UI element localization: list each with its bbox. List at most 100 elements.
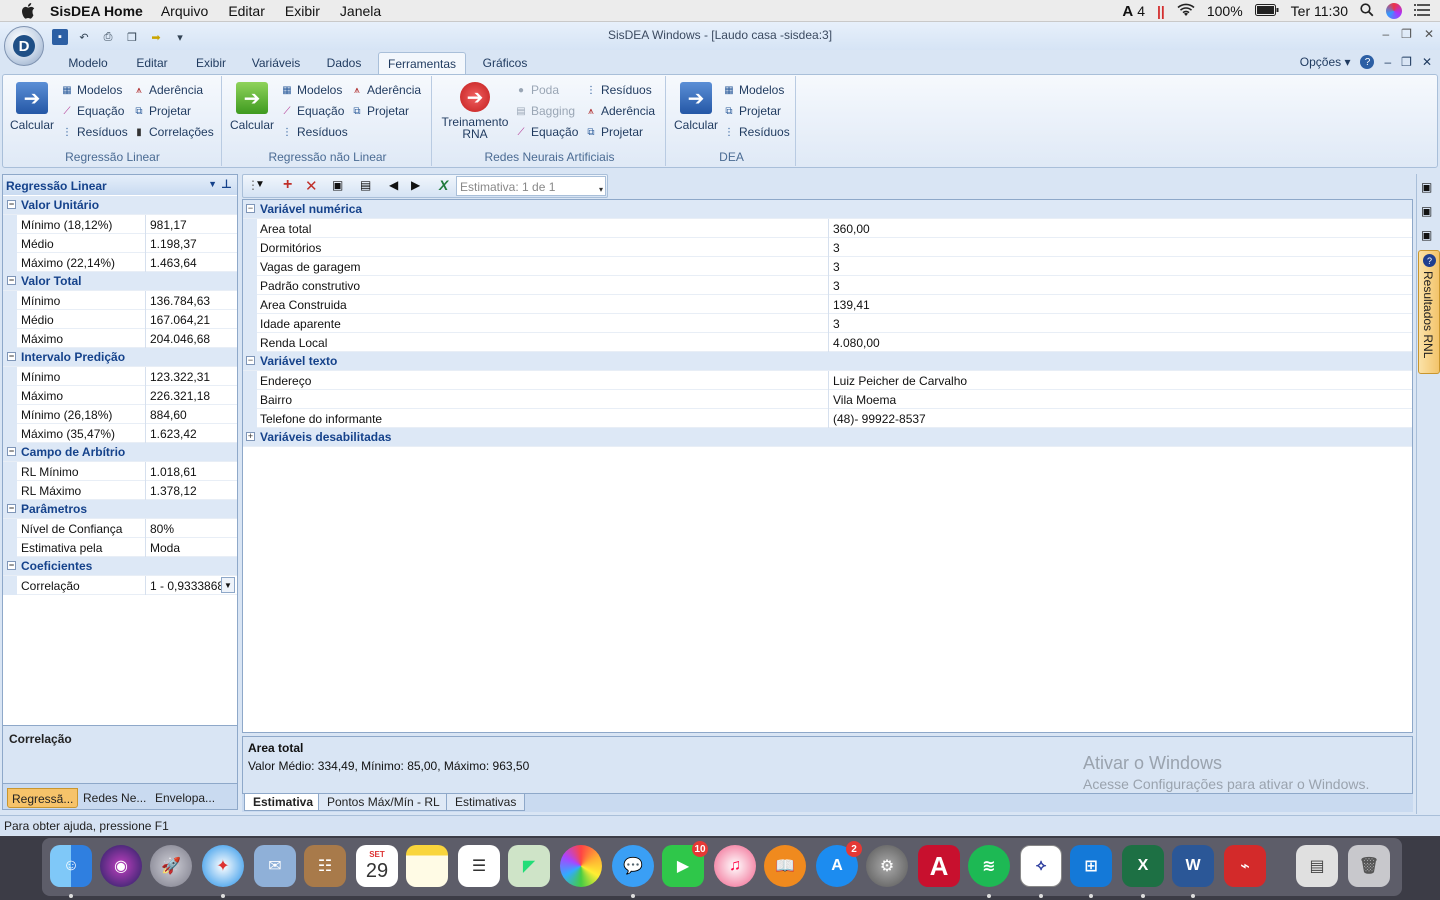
collapse-icon[interactable]: − bbox=[246, 204, 255, 213]
poda-button[interactable]: ● Poda bbox=[514, 81, 559, 99]
apple-icon[interactable] bbox=[18, 1, 38, 21]
variable-value[interactable]: Luiz Peicher de Carvalho bbox=[828, 371, 1412, 390]
tab-ferramentas[interactable]: Ferramentas bbox=[378, 52, 466, 74]
previous-icon[interactable]: ◀ bbox=[389, 178, 398, 192]
mac-app-name[interactable]: SisDEA Home bbox=[50, 3, 143, 19]
trash-icon[interactable]: 🗑 bbox=[1348, 845, 1390, 887]
residuos-rna-button[interactable]: ⋮ Resíduos bbox=[584, 81, 652, 99]
tab-regressao[interactable]: Regressã... bbox=[7, 788, 79, 808]
contacts-icon[interactable]: ☷ bbox=[304, 845, 346, 887]
safari-icon[interactable]: ✦ bbox=[202, 845, 244, 887]
adobe-status[interactable]: A 4 bbox=[1122, 3, 1145, 20]
spotlight-search-icon[interactable] bbox=[1360, 2, 1374, 20]
tab-redes-neurais[interactable]: Redes Ne... bbox=[79, 788, 150, 808]
tab-exibir[interactable]: Exibir bbox=[186, 52, 236, 74]
restore-icon[interactable]: ❐ bbox=[1401, 55, 1412, 69]
aderencia-rna-button[interactable]: ⩚ Aderência bbox=[584, 102, 655, 120]
battery-percent[interactable]: 100% bbox=[1207, 3, 1243, 19]
aderencia-rl-button[interactable]: ⩚ Aderência bbox=[132, 81, 203, 99]
spotify-icon[interactable]: ≋ bbox=[968, 845, 1010, 887]
property-row[interactable]: Máximo 204.046,68 bbox=[3, 329, 237, 348]
variable-value[interactable]: 3 bbox=[828, 238, 1412, 257]
tab-editar[interactable]: Editar bbox=[126, 52, 178, 74]
dropdown-icon[interactable]: ▼ bbox=[255, 179, 265, 190]
property-category[interactable]: − Coeficientes bbox=[3, 557, 237, 576]
help-icon[interactable]: ? bbox=[1360, 55, 1375, 69]
variable-row[interactable]: Dormitórios 3 bbox=[243, 238, 1412, 257]
dropdown-button[interactable]: ▼ bbox=[221, 577, 235, 593]
panel-icon[interactable]: ▣ bbox=[1421, 180, 1432, 194]
messages-icon[interactable]: 💬 bbox=[612, 845, 654, 887]
siri-icon[interactable]: ◉ bbox=[100, 845, 142, 887]
property-category[interactable]: − Valor Unitário bbox=[3, 196, 237, 215]
tab-modelo[interactable]: Modelo bbox=[60, 52, 116, 74]
property-row[interactable]: Estimativa pela Moda bbox=[3, 538, 237, 557]
projetar-dea-button[interactable]: ⧉ Projetar bbox=[722, 102, 781, 120]
tab-estimativa[interactable]: Estimativa bbox=[244, 794, 323, 811]
property-category[interactable]: − Intervalo Predição bbox=[3, 348, 237, 367]
finder-icon[interactable]: ☺ bbox=[50, 845, 92, 887]
variable-row[interactable]: Renda Local 4.080,00 bbox=[243, 333, 1412, 352]
collapse-icon[interactable]: − bbox=[7, 561, 16, 570]
clock[interactable]: Ter 11:30 bbox=[1291, 3, 1348, 19]
pin-icon[interactable]: ⊥ bbox=[221, 177, 232, 191]
reminders-icon[interactable]: ☰ bbox=[458, 845, 500, 887]
variable-value[interactable]: 4.080,00 bbox=[828, 333, 1412, 352]
photos-icon[interactable] bbox=[560, 845, 602, 887]
variable-value[interactable]: 3 bbox=[828, 314, 1412, 333]
residuos-rnl-button[interactable]: ⋮ Resíduos bbox=[280, 123, 348, 141]
calcular-dea-button[interactable]: ➔ Calcular bbox=[672, 82, 720, 132]
dropdown-icon[interactable]: ▼ bbox=[208, 179, 217, 189]
tab-estimativas[interactable]: Estimativas bbox=[446, 794, 526, 811]
variable-value[interactable]: (48)- 99922-8537 bbox=[828, 409, 1412, 428]
expand-icon[interactable]: + bbox=[246, 432, 255, 441]
variable-row[interactable]: Area Construida 139,41 bbox=[243, 295, 1412, 314]
panel-icon[interactable]: ▣ bbox=[1421, 228, 1432, 242]
variable-row[interactable]: Vagas de garagem 3 bbox=[243, 257, 1412, 276]
variable-row[interactable]: Telefone do informante (48)- 99922-8537 bbox=[243, 409, 1412, 428]
options-menu[interactable]: Opções ▾ bbox=[1300, 55, 1351, 69]
collapse-icon[interactable]: − bbox=[7, 200, 16, 209]
word-icon[interactable]: W bbox=[1172, 845, 1214, 887]
delete-icon[interactable]: ✕ bbox=[305, 177, 318, 195]
variable-row[interactable]: Padrão construtivo 3 bbox=[243, 276, 1412, 295]
restore-icon[interactable]: ❐ bbox=[1401, 27, 1412, 41]
acrobat-icon[interactable]: ⌁ bbox=[1224, 845, 1266, 887]
app-store-icon[interactable]: A2 bbox=[816, 841, 862, 887]
property-row[interactable]: Mínimo 123.322,31 bbox=[3, 367, 237, 386]
correlacoes-rl-button[interactable]: ▮ Correlações bbox=[132, 123, 213, 141]
variable-value[interactable]: Vila Moema bbox=[828, 390, 1412, 409]
estimate-selector[interactable]: Estimativa: 1 de 1 ▾ bbox=[456, 176, 606, 196]
bagging-button[interactable]: ▤ Bagging bbox=[514, 102, 575, 120]
excel-export-icon[interactable]: X bbox=[439, 177, 448, 193]
modelos-dea-button[interactable]: ▦ Modelos bbox=[722, 81, 784, 99]
tab-dados[interactable]: Dados bbox=[318, 52, 370, 74]
property-row[interactable]: Máximo (22,14%) 1.463,64 bbox=[3, 253, 237, 272]
calendar-icon[interactable]: SET 29 bbox=[356, 845, 398, 887]
property-category[interactable]: − Campo de Arbítrio bbox=[3, 443, 237, 462]
variable-value[interactable]: 360,00 bbox=[828, 219, 1412, 238]
calcular-rl-button[interactable]: ➔ Calcular bbox=[8, 82, 56, 132]
aderencia-rnl-button[interactable]: ⩚ Aderência bbox=[350, 81, 421, 99]
facetime-icon[interactable]: ▶ 10 bbox=[662, 841, 708, 887]
collapse-icon[interactable]: − bbox=[7, 447, 16, 456]
category-variavel-numerica[interactable]: − Variável numérica bbox=[243, 200, 1412, 219]
treinamento-rna-button[interactable]: ➔ Treinamento RNA bbox=[438, 82, 512, 140]
panel-icon[interactable]: ▣ bbox=[1421, 204, 1432, 218]
property-row[interactable]: Correlação 1 - 0,9333868 ▼ bbox=[3, 576, 237, 595]
add-icon[interactable]: + bbox=[283, 176, 292, 194]
wifi-icon[interactable] bbox=[1177, 3, 1195, 20]
property-category[interactable]: − Valor Total bbox=[3, 272, 237, 291]
property-row[interactable]: Máximo 226.321,18 bbox=[3, 386, 237, 405]
variable-row[interactable]: Endereço Luiz Peicher de Carvalho bbox=[243, 371, 1412, 390]
resultados-rnl-tab[interactable]: ? Resultados RNL bbox=[1418, 250, 1440, 374]
window-icon[interactable]: ▣ bbox=[332, 178, 343, 192]
windows-parallels-icon[interactable]: ⊞ bbox=[1070, 845, 1112, 887]
tab-variaveis[interactable]: Variáveis bbox=[244, 52, 308, 74]
modelos-rnl-button[interactable]: ▦ Modelos bbox=[280, 81, 342, 99]
variable-row[interactable]: Idade aparente 3 bbox=[243, 314, 1412, 333]
mac-menu-exibir[interactable]: Exibir bbox=[285, 3, 320, 19]
mac-menu-janela[interactable]: Janela bbox=[340, 3, 381, 19]
property-category[interactable]: − Parâmetros bbox=[3, 500, 237, 519]
equacao-rl-button[interactable]: ⟋ Equação bbox=[60, 102, 125, 120]
